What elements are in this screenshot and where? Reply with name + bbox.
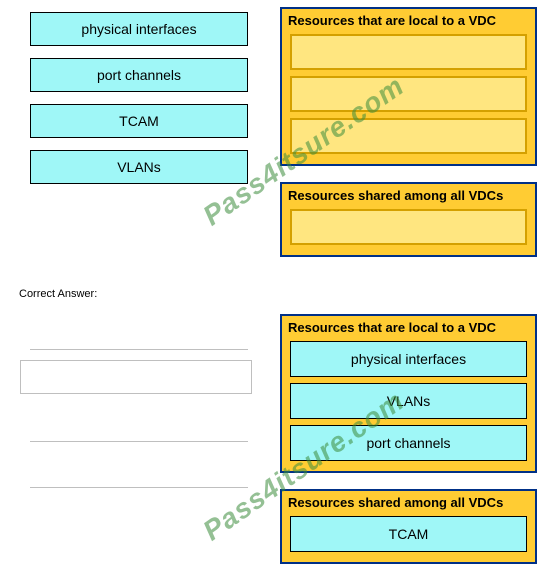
drop-slot[interactable] [290,209,527,245]
drop-target-local-vdc[interactable]: Resources that are local to a VDC [280,7,537,166]
drop-slot[interactable] [290,76,527,112]
empty-source-slot [30,349,248,350]
source-option-port-channels[interactable]: port channels [30,58,248,92]
drop-target-shared-vdcs[interactable]: Resources shared among all VDCs [280,182,537,257]
drop-slot[interactable] [290,118,527,154]
source-option-physical-interfaces[interactable]: physical interfaces [30,12,248,46]
group-title-shared: Resources shared among all VDCs [286,495,531,512]
answer-target-local-vdc: Resources that are local to a VDC physic… [280,314,537,473]
group-title-shared: Resources shared among all VDCs [286,188,531,205]
answer-target-shared-vdcs: Resources shared among all VDCs TCAM [280,489,537,564]
empty-source-slot [30,487,248,488]
source-option-vlans[interactable]: VLANs [30,150,248,184]
empty-source-slot [30,441,248,442]
group-title-local: Resources that are local to a VDC [286,13,531,30]
source-option-tcam[interactable]: TCAM [30,104,248,138]
answer-item: physical interfaces [290,341,527,377]
correct-answer-label: Correct Answer: [19,288,97,300]
drop-slot[interactable] [290,34,527,70]
answer-item: VLANs [290,383,527,419]
group-title-local: Resources that are local to a VDC [286,320,531,337]
answer-item: port channels [290,425,527,461]
answer-item: TCAM [290,516,527,552]
empty-source-slot [20,360,252,394]
